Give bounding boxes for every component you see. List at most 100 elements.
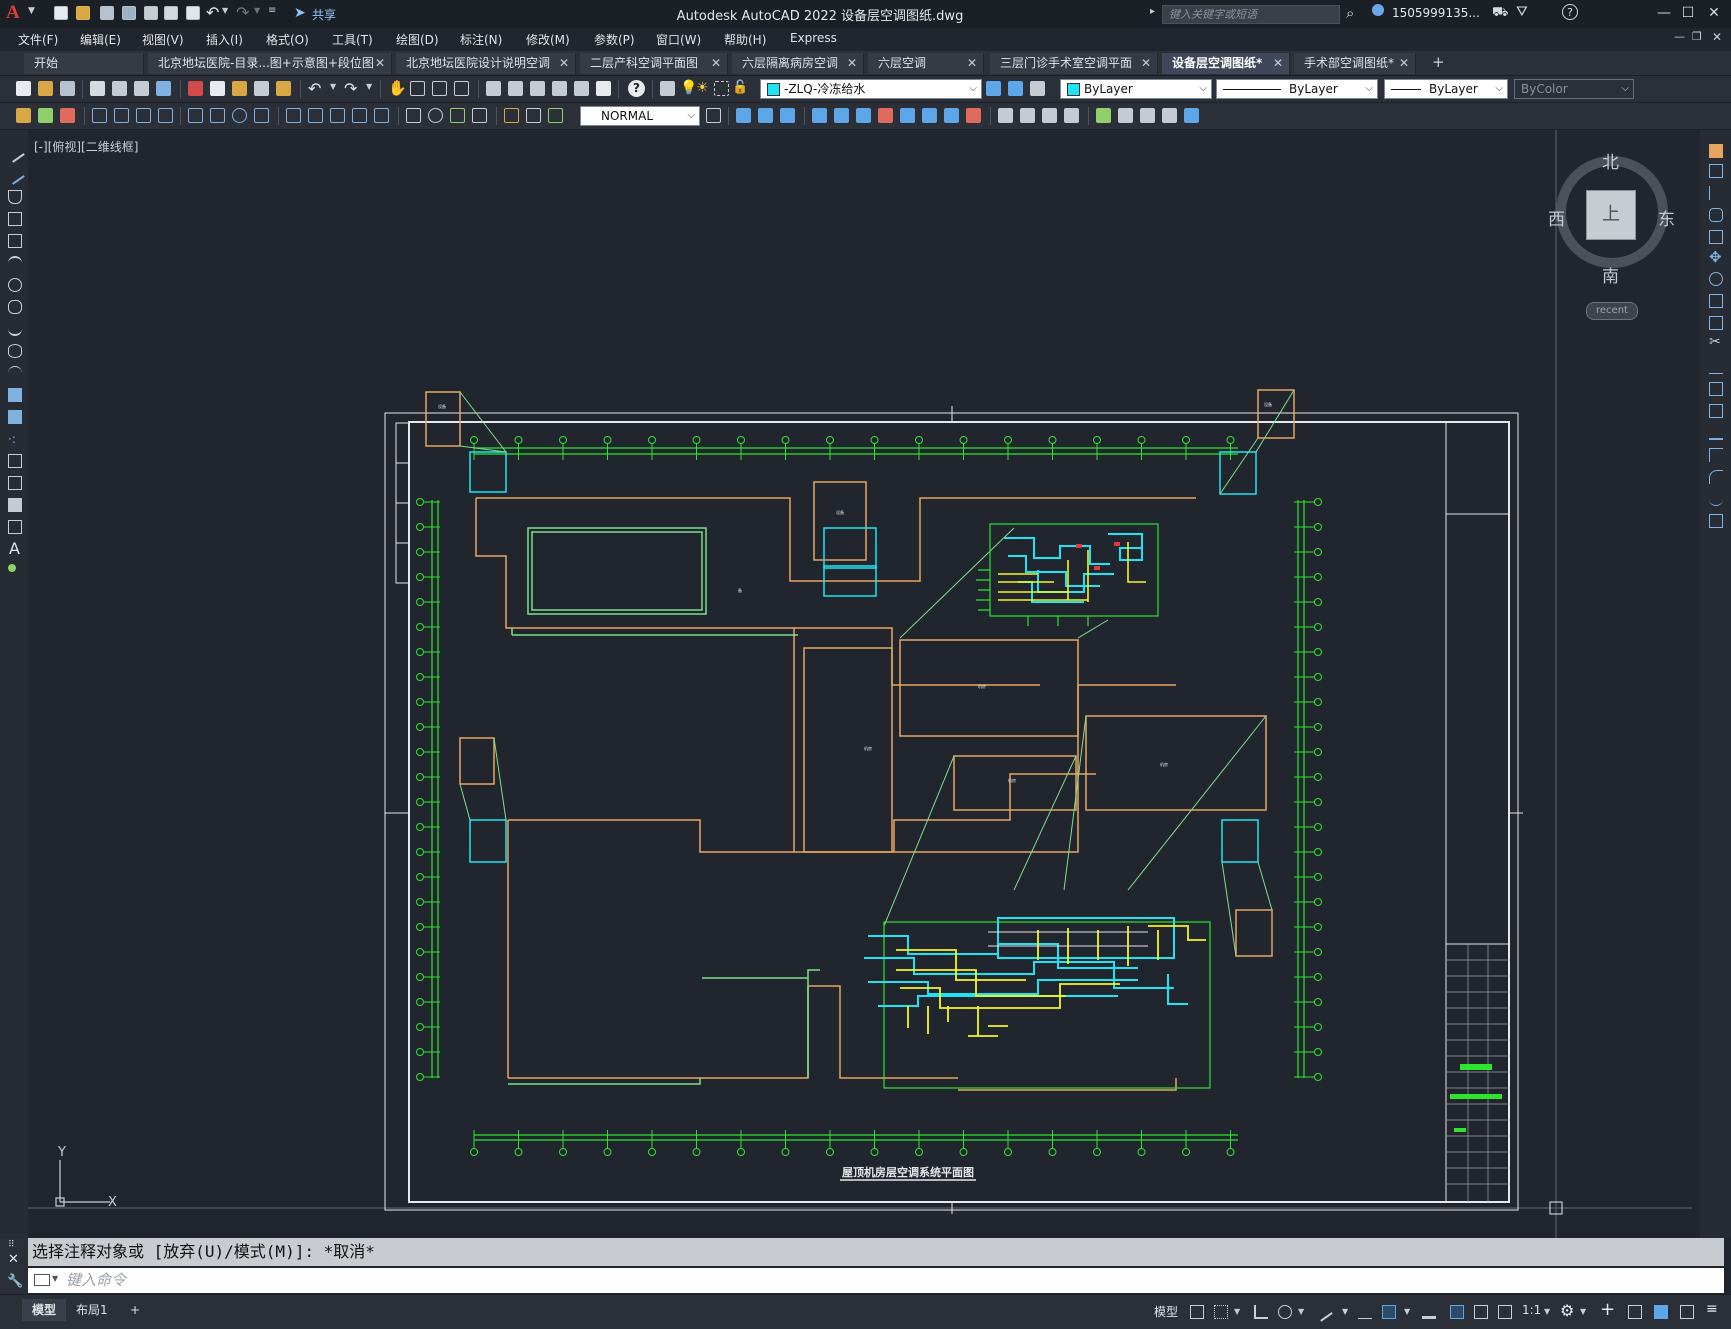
lineweight-dropdown[interactable]: ByLayer ⌵ (1384, 79, 1508, 99)
tab-doc-6[interactable]: 三层门诊手术室空调平面 ✕ (990, 53, 1158, 74)
customize-qat-icon[interactable]: ≡ (268, 5, 276, 16)
circle-icon[interactable] (8, 278, 22, 292)
zoom-previous-icon[interactable] (454, 81, 469, 96)
angular-dim-icon[interactable] (254, 108, 269, 123)
new-tab-icon[interactable]: + (1432, 53, 1445, 71)
tab-close-icon[interactable]: ✕ (559, 53, 569, 74)
array-icon[interactable] (1709, 230, 1723, 244)
scale-icon[interactable] (1709, 294, 1723, 308)
dim-edit-icon[interactable] (504, 108, 519, 123)
tab-close-icon[interactable]: ✕ (1273, 53, 1283, 74)
quick-dim-icon[interactable] (286, 108, 301, 123)
menu-tools[interactable]: 工具(T) (332, 31, 373, 48)
join-icon[interactable] (1709, 426, 1723, 440)
hatch-icon[interactable] (8, 454, 22, 468)
erase-icon[interactable] (736, 108, 751, 123)
gradient-icon[interactable] (8, 476, 22, 490)
grip-icon[interactable]: ⠿ (8, 1240, 15, 1250)
plot-icon[interactable] (186, 6, 200, 20)
autocad-logo[interactable]: A (6, 2, 26, 24)
tab-start[interactable]: 开始 (24, 53, 144, 74)
layer-dropdown[interactable]: -ZLQ-冷冻给水 ⌵ (760, 79, 982, 99)
undo-dropdown-icon[interactable]: ▼ (222, 6, 228, 15)
tolerance-icon[interactable] (406, 108, 421, 123)
chevron-down-icon[interactable]: ▼ (1298, 1307, 1304, 1316)
dim-update-icon[interactable] (548, 108, 563, 123)
tool-palettes-icon[interactable] (530, 81, 545, 96)
menu-view[interactable]: 视图(V) (142, 31, 184, 48)
redo-dropdown-icon[interactable]: ▼ (254, 6, 260, 15)
object-snap-tracking-icon[interactable] (1358, 1305, 1372, 1319)
fillet-icon[interactable] (1064, 108, 1079, 123)
chamfer-icon[interactable] (1042, 108, 1057, 123)
break-icon[interactable] (998, 108, 1013, 123)
table-icon[interactable] (8, 520, 22, 534)
annotation-scale-value[interactable]: 1:1 (1522, 1303, 1541, 1317)
preview-icon[interactable] (112, 81, 127, 96)
explode-icon[interactable] (1709, 514, 1723, 528)
rotate-icon[interactable] (878, 108, 893, 123)
jogged-linear-icon[interactable] (472, 108, 487, 123)
offset-icon[interactable] (1709, 208, 1723, 222)
plot-icon[interactable] (90, 81, 105, 96)
redo-dropdown-icon[interactable]: ▼ (366, 82, 372, 91)
help-icon[interactable]: ? (628, 80, 645, 97)
compass-east[interactable]: 东 (1658, 205, 1675, 230)
paste-icon[interactable] (232, 81, 247, 96)
chevron-down-icon[interactable]: ▼ (1342, 1307, 1348, 1316)
jogged-dim-icon[interactable] (210, 108, 225, 123)
redo-icon[interactable]: ↷ (344, 79, 357, 98)
copy-icon[interactable] (210, 81, 225, 96)
doc-restore-icon[interactable]: ❐ (1692, 30, 1702, 43)
tab-close-icon[interactable]: ✕ (711, 53, 721, 74)
sheet-set-icon[interactable] (552, 81, 567, 96)
tab-doc-1[interactable]: 北京地坛医院-目录...图+示意图+段位图 ✕ (148, 53, 392, 74)
search-expand-icon[interactable]: ▸ (1150, 6, 1155, 17)
fillet-icon[interactable] (1709, 470, 1723, 484)
save-as-icon[interactable] (122, 6, 136, 20)
linear-dim-icon[interactable] (92, 108, 107, 123)
design-center-icon[interactable] (508, 81, 523, 96)
undo-icon[interactable]: ↶ (308, 79, 321, 98)
chevron-down-icon[interactable]: ▼ (52, 1274, 58, 1283)
add-layout-button[interactable]: + (120, 1299, 150, 1321)
ortho-icon[interactable] (1254, 1305, 1268, 1319)
compass-north[interactable]: 北 (1602, 148, 1619, 173)
diameter-dim-icon[interactable] (232, 108, 247, 123)
add-selected-icon[interactable] (8, 564, 16, 572)
color-dropdown[interactable]: ByLayer ⌵ (1060, 79, 1212, 99)
move-icon[interactable] (856, 108, 871, 123)
undo-dropdown-icon[interactable]: ▼ (330, 82, 336, 91)
center-mark-icon[interactable] (428, 108, 443, 123)
model-space-toggle[interactable]: 模型 (1154, 1303, 1178, 1320)
blend-icon[interactable] (1118, 108, 1133, 123)
grid-icon[interactable] (1190, 1305, 1204, 1319)
new-file-icon[interactable] (54, 6, 68, 20)
menu-dimension[interactable]: 标注(N) (460, 31, 502, 48)
break-icon[interactable] (1709, 404, 1723, 418)
auto-scale-icon[interactable] (1474, 1305, 1488, 1319)
menu-draw[interactable]: 绘图(D) (396, 31, 439, 48)
rectangle-icon[interactable] (8, 234, 22, 248)
object-snap-icon[interactable] (1382, 1305, 1396, 1319)
layer-previous-icon[interactable] (1008, 81, 1023, 96)
align-icon[interactable] (1184, 108, 1199, 123)
minimize-icon[interactable]: — (1654, 4, 1674, 22)
tab-model[interactable]: 模型 (22, 1299, 67, 1321)
tab-doc-7[interactable]: 设备层空调图纸* ✕ (1162, 53, 1290, 74)
lineweight-icon[interactable] (1422, 1305, 1436, 1319)
blend-curves-icon[interactable] (1709, 492, 1723, 506)
menu-format[interactable]: 格式(O) (266, 31, 309, 48)
polar-icon[interactable] (1278, 1305, 1292, 1319)
undo-icon[interactable]: ↶ (206, 3, 219, 22)
menu-help[interactable]: 帮助(H) (724, 31, 766, 48)
ellipse-arc-icon[interactable] (8, 366, 22, 380)
baseline-dim-icon[interactable] (308, 108, 323, 123)
add-icon[interactable]: + (1600, 1299, 1615, 1320)
insert-block-icon[interactable] (8, 388, 22, 402)
tab-close-icon[interactable]: ✕ (967, 53, 977, 74)
ucs-menu[interactable]: recent (1586, 302, 1638, 320)
markup-icon[interactable] (574, 81, 589, 96)
block-editor-icon[interactable] (276, 81, 291, 96)
close-icon[interactable]: ✕ (1704, 4, 1724, 22)
